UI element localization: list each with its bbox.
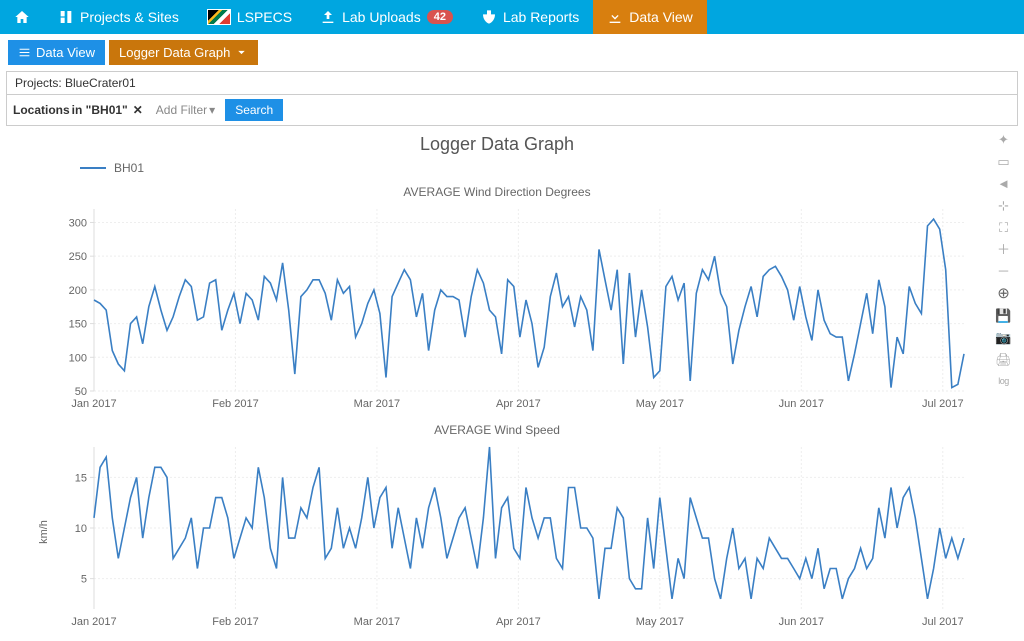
svg-text:15: 15 — [75, 472, 87, 484]
add-filter-label: Add Filter — [156, 103, 207, 117]
plot-toolbox: ✦ ▭ ◄ ⊹ ⛶ ＋ － ⊕ 💾 📷 🖨 log — [995, 132, 1012, 391]
svg-text:200: 200 — [69, 285, 87, 297]
svg-text:150: 150 — [69, 319, 87, 331]
nav-projects-label: Projects & Sites — [80, 9, 179, 25]
svg-text:250: 250 — [69, 251, 87, 263]
tool-log[interactable]: log — [995, 374, 1012, 391]
close-icon[interactable]: ✕ — [130, 103, 146, 117]
nav-reports-label: Lab Reports — [503, 9, 579, 25]
chart1-plot[interactable]: 50 100 150 200 250 300 Jan 2017 Feb 2017 Mar 201… — [60, 203, 974, 413]
svg-text:Jan 2017: Jan 2017 — [71, 616, 116, 628]
svg-text:300: 300 — [69, 217, 87, 229]
reports-icon — [481, 9, 497, 25]
svg-text:Apr 2017: Apr 2017 — [496, 398, 541, 410]
home-icon — [14, 9, 30, 25]
svg-text:Mar 2017: Mar 2017 — [354, 398, 400, 410]
tool-lasso[interactable]: ✦ — [995, 132, 1012, 149]
svg-text:Feb 2017: Feb 2017 — [212, 616, 258, 628]
btn-dataview-label: Data View — [36, 45, 95, 60]
uploads-badge: 42 — [427, 10, 453, 24]
tool-fullscreen[interactable]: ⛶ — [995, 220, 1012, 237]
svg-text:Jun 2017: Jun 2017 — [779, 616, 824, 628]
filter-bar: Locations in "BH01" ✕ Add Filter ▾ Searc… — [6, 95, 1018, 126]
legend: BH01 — [80, 161, 974, 175]
filter-chip-prefix: Locations — [13, 103, 70, 117]
legend-series-label: BH01 — [114, 161, 144, 175]
chevron-down-icon — [235, 46, 248, 59]
svg-text:Feb 2017: Feb 2017 — [212, 398, 258, 410]
svg-text:Jun 2017: Jun 2017 — [779, 398, 824, 410]
svg-text:10: 10 — [75, 523, 87, 535]
project-bar: Projects: BlueCrater01 — [6, 71, 1018, 95]
filter-chip-value: in "BH01" — [72, 103, 128, 117]
legend-line — [80, 167, 106, 169]
add-filter[interactable]: Add Filter ▾ — [156, 103, 215, 117]
tool-zoomin[interactable]: ＋ — [995, 242, 1012, 259]
svg-text:50: 50 — [75, 386, 87, 398]
nav-uploads-label: Lab Uploads — [342, 9, 421, 25]
btn-logger-graph[interactable]: Logger Data Graph — [109, 40, 258, 65]
filter-chip-locations[interactable]: Locations in "BH01" ✕ — [13, 103, 146, 117]
project-label: Projects: BlueCrater01 — [15, 76, 136, 90]
chart-title: Logger Data Graph — [20, 134, 974, 155]
chart2-subtitle: AVERAGE Wind Speed — [20, 423, 974, 437]
svg-text:May 2017: May 2017 — [636, 616, 684, 628]
list-icon — [18, 46, 31, 59]
btn-dataview[interactable]: Data View — [8, 40, 105, 65]
projects-icon — [58, 9, 74, 25]
search-button[interactable]: Search — [225, 99, 283, 121]
svg-text:Mar 2017: Mar 2017 — [354, 616, 400, 628]
nav-lspecs-label: LSPECS — [237, 9, 292, 25]
nav-lspecs[interactable]: LSPECS — [193, 0, 306, 34]
nav-dataview-label: Data View — [629, 9, 693, 25]
btn-logger-label: Logger Data Graph — [119, 45, 230, 60]
download-icon — [607, 9, 623, 25]
tool-autoscale[interactable]: ⊕ — [995, 286, 1012, 303]
nav-projects[interactable]: Projects & Sites — [44, 0, 193, 34]
nav-dataview[interactable]: Data View — [593, 0, 707, 34]
chevron-down-icon: ▾ — [209, 103, 215, 117]
tool-pan[interactable]: ◄ — [995, 176, 1012, 193]
svg-text:100: 100 — [69, 352, 87, 364]
svg-text:Jan 2017: Jan 2017 — [71, 398, 116, 410]
chart1-subtitle: AVERAGE Wind Direction Degrees — [20, 185, 974, 199]
chart-area: Logger Data Graph BH01 AVERAGE Wind Dire… — [0, 126, 1024, 641]
tool-save[interactable]: 💾 — [995, 308, 1012, 325]
flag-icon — [207, 9, 231, 25]
upload-icon — [320, 9, 336, 25]
tool-axes[interactable]: ⊹ — [995, 198, 1012, 215]
nav-reports[interactable]: Lab Reports — [467, 0, 593, 34]
tool-zoomout[interactable]: － — [995, 264, 1012, 281]
chart2-ylabel: km/h — [38, 520, 50, 544]
svg-text:Apr 2017: Apr 2017 — [496, 616, 541, 628]
svg-text:Jul 2017: Jul 2017 — [922, 616, 964, 628]
nav-home[interactable] — [0, 0, 44, 34]
svg-text:May 2017: May 2017 — [636, 398, 684, 410]
secondary-bar: Data View Logger Data Graph — [0, 34, 1024, 71]
tool-camera[interactable]: 📷 — [995, 330, 1012, 347]
nav-uploads[interactable]: Lab Uploads 42 — [306, 0, 467, 34]
chart2-plot[interactable]: km/h 51015Jan 2017Feb 2017Mar 2017Apr 20… — [60, 441, 974, 631]
tool-print[interactable]: 🖨 — [995, 352, 1012, 369]
svg-text:Jul 2017: Jul 2017 — [922, 398, 964, 410]
tool-zoomrect[interactable]: ▭ — [995, 154, 1012, 171]
svg-text:5: 5 — [81, 574, 87, 586]
top-nav: Projects & Sites LSPECS Lab Uploads 42 L… — [0, 0, 1024, 34]
